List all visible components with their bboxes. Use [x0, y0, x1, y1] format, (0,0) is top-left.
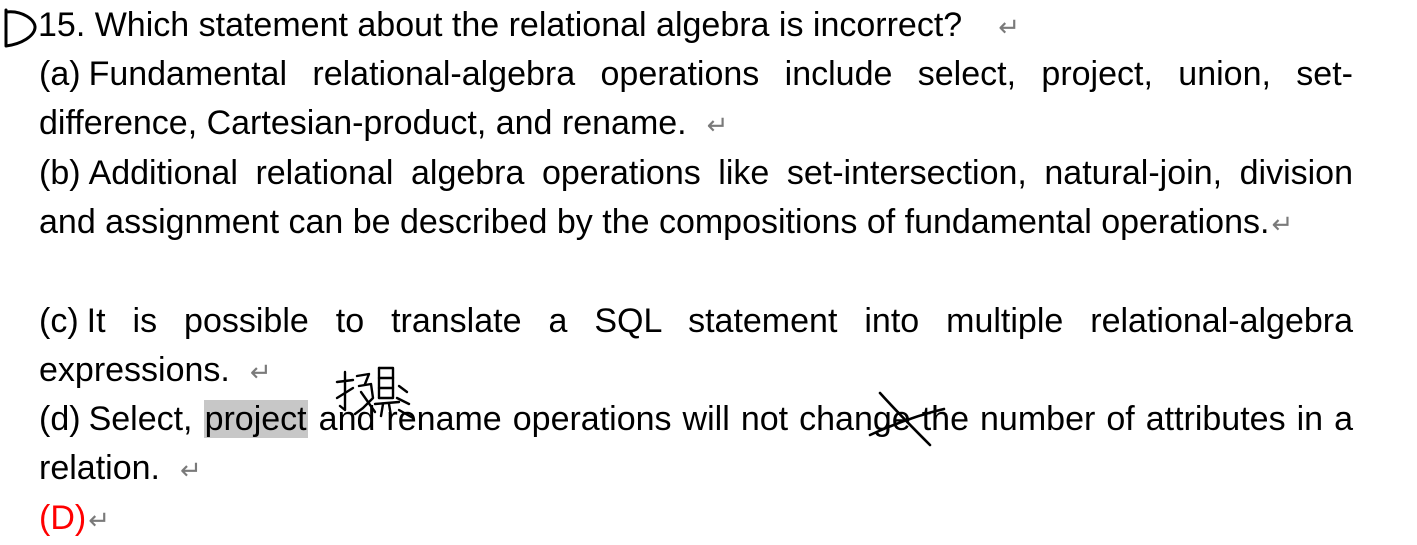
document-page: 15. Which statement about the relational… — [0, 0, 1417, 540]
option-b: (b) Additional relational algebra operati… — [39, 149, 1353, 249]
struck-word: not — [740, 400, 789, 438]
question-number: 15. — [38, 6, 86, 44]
option-text: It is possible to translate a SQL statem… — [39, 302, 1353, 389]
answer-line: (D)↵ — [39, 494, 110, 545]
question-line: 15. Which statement about the relational… — [38, 4, 1020, 48]
return-mark-icon: ↵ — [88, 505, 110, 535]
handwritten-strike-mark — [868, 391, 946, 447]
option-label: (b) — [39, 154, 81, 192]
highlighted-word: project — [203, 400, 308, 438]
return-mark-icon: ↵ — [179, 455, 202, 485]
option-c: (c) It is possible to translate a SQL sta… — [39, 297, 1353, 397]
return-mark-icon: ↵ — [998, 12, 1020, 42]
answer-text: (D) — [39, 499, 87, 537]
option-text: Additional relational algebra operations… — [39, 154, 1353, 241]
option-text-before: Select, — [88, 400, 193, 438]
option-d: (d) Select, project and rename operations… — [39, 395, 1353, 495]
handwritten-d-mark — [4, 8, 37, 48]
return-mark-icon: ↵ — [249, 357, 272, 387]
option-label: (a) — [39, 55, 81, 93]
option-a: (a) Fundamental relational-algebra operat… — [39, 50, 1353, 150]
handwritten-note-scribble — [335, 366, 415, 420]
question-text: Which statement about the relational alg… — [94, 6, 963, 44]
option-text: Fundamental relational-algebra operation… — [39, 55, 1353, 142]
option-label: (d) — [39, 400, 81, 438]
return-mark-icon: ↵ — [1271, 209, 1294, 239]
option-label: (c) — [39, 302, 79, 340]
return-mark-icon: ↵ — [706, 110, 729, 140]
